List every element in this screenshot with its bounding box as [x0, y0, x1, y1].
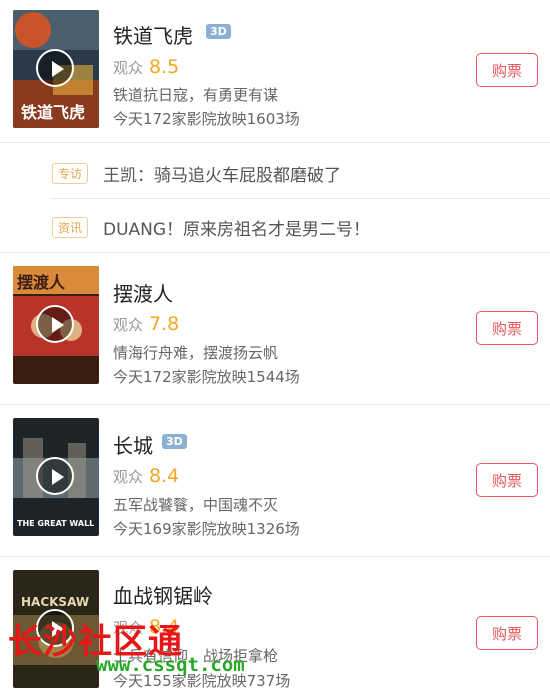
- audience-score: 观众 8.4: [113, 465, 179, 487]
- divider: [50, 198, 550, 199]
- watermark-url: www.cssqt.com: [96, 654, 245, 676]
- showing-info: 今天172家影院放映1544场: [113, 368, 300, 386]
- movie-tagline: 铁道抗日寇，有勇更有谋: [113, 86, 279, 104]
- divider: [0, 556, 550, 557]
- poster-title-text: THE GREAT WALL: [17, 519, 94, 528]
- buy-ticket-button[interactable]: 购票: [476, 616, 538, 650]
- movie-tagline: 情海行舟难，摆渡扬云帆: [113, 344, 279, 362]
- audience-score: 观众 7.8: [113, 313, 179, 335]
- showing-info: 今天169家影院放映1326场: [113, 520, 300, 538]
- movie-title: 血战钢锯岭: [113, 584, 213, 608]
- score-value: 7.8: [149, 313, 180, 335]
- divider: [0, 142, 550, 143]
- score-label: 观众: [113, 316, 144, 334]
- movie-poster[interactable]: THE GREAT WALL: [13, 418, 99, 536]
- poster-title-text: 摆渡人: [17, 273, 66, 292]
- score-label: 观众: [113, 59, 144, 77]
- news-tag: 专访: [52, 163, 88, 184]
- buy-ticket-button[interactable]: 购票: [476, 53, 538, 87]
- audience-score: 观众 8.5: [113, 56, 179, 78]
- badge-3d: 3D: [162, 434, 187, 449]
- movie-poster[interactable]: 摆渡人: [13, 266, 99, 384]
- score-value: 8.4: [149, 465, 180, 487]
- poster-title-text: HACKSAW: [21, 595, 89, 609]
- news-text: 王凯：骑马追火车屁股都磨破了: [103, 166, 341, 186]
- divider: [0, 252, 550, 253]
- score-value: 8.5: [149, 56, 180, 78]
- buy-ticket-button[interactable]: 购票: [476, 311, 538, 345]
- buy-ticket-button[interactable]: 购票: [476, 463, 538, 497]
- news-text: DUANG！原来房祖名才是男二号！: [103, 220, 371, 240]
- play-icon[interactable]: [36, 457, 74, 495]
- play-icon[interactable]: [36, 49, 74, 87]
- divider: [0, 404, 550, 405]
- movie-tagline: 五军战饕餮，中国魂不灭: [113, 496, 279, 514]
- badge-3d: 3D: [206, 24, 231, 39]
- news-tag: 资讯: [52, 217, 88, 238]
- watermark: 长沙社区通 www.cssqt.com: [8, 614, 248, 690]
- play-icon[interactable]: [36, 305, 74, 343]
- poster-title-text: 铁道飞虎: [21, 103, 85, 122]
- movie-title: 铁道飞虎: [113, 24, 193, 48]
- score-label: 观众: [113, 468, 144, 486]
- movie-title: 摆渡人: [113, 282, 173, 306]
- showing-info: 今天172家影院放映1603场: [113, 110, 300, 128]
- movie-poster[interactable]: 铁道飞虎: [13, 10, 99, 128]
- movie-title: 长城: [113, 434, 153, 458]
